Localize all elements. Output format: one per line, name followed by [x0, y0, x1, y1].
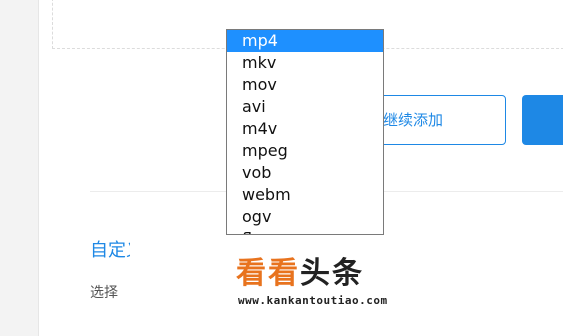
format-option-avi[interactable]: avi: [227, 96, 383, 118]
format-option-ogv[interactable]: ogv: [227, 206, 383, 228]
watermark-title-part1: 看看: [236, 256, 300, 291]
format-option-mkv[interactable]: mkv: [227, 52, 383, 74]
primary-action-button[interactable]: [522, 95, 563, 145]
watermark-title: 看看 头条: [236, 256, 364, 292]
format-option-mpeg[interactable]: mpeg: [227, 140, 383, 162]
watermark-logo: 看看 头条 www.kankantoutiao.com: [236, 256, 436, 312]
format-option-vob[interactable]: vob: [227, 162, 383, 184]
continue-add-button[interactable]: 继续添加: [372, 95, 506, 145]
section-description: 选择: [90, 285, 118, 301]
watermark-title-part2: 头条: [300, 256, 364, 291]
continue-add-button-label: 继续添加: [383, 111, 444, 129]
format-option-webm[interactable]: webm: [227, 184, 383, 206]
format-option-mp4[interactable]: mp4: [227, 30, 383, 52]
format-option-m4v[interactable]: m4v: [227, 118, 383, 140]
custom-format-title: 自定义格式: [90, 240, 130, 261]
format-dropdown-list[interactable]: mp4 mkv mov avi m4v mpeg vob webm ogv fl…: [226, 29, 384, 235]
format-option-flv[interactable]: flv: [227, 228, 383, 234]
watermark-url: www.kankantoutiao.com: [238, 294, 388, 307]
format-option-mov[interactable]: mov: [227, 74, 383, 96]
